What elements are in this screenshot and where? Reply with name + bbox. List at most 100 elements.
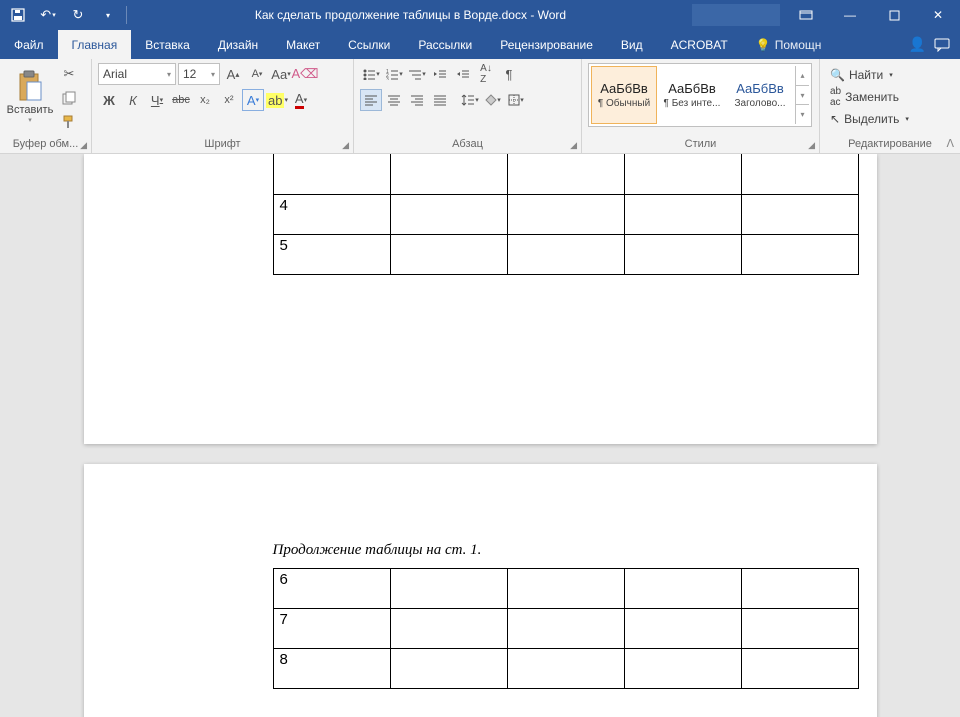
- table-row[interactable]: 8: [273, 649, 858, 689]
- table-row[interactable]: 7: [273, 609, 858, 649]
- tab-insert[interactable]: Вставка: [131, 30, 204, 59]
- paste-button[interactable]: Вставить ▾: [6, 63, 54, 131]
- style-expand[interactable]: ▾: [796, 105, 809, 124]
- maximize-button[interactable]: [872, 0, 916, 30]
- group-label-paragraph: Абзац: [452, 138, 483, 150]
- tab-home[interactable]: Главная: [58, 30, 132, 59]
- tell-me[interactable]: 💡Помощн: [742, 30, 836, 59]
- tab-mailings[interactable]: Рассылки: [404, 30, 486, 59]
- style-no-spacing[interactable]: АаБбВв¶ Без инте...: [659, 66, 725, 124]
- find-button[interactable]: 🔍Найти▾: [826, 65, 913, 85]
- style-scroll-down[interactable]: ▾: [796, 86, 809, 106]
- page-1: 4 5: [84, 154, 877, 444]
- style-normal[interactable]: АаБбВв¶ Обычный: [591, 66, 657, 124]
- style-scroll-up[interactable]: ▴: [796, 66, 809, 86]
- font-size-combo[interactable]: 12▾: [178, 63, 220, 85]
- cell[interactable]: 4: [273, 194, 390, 234]
- highlight-button[interactable]: ab▾: [266, 89, 288, 111]
- replace-label: Заменить: [845, 90, 899, 104]
- line-spacing-button[interactable]: ▾: [459, 89, 481, 111]
- justify-button[interactable]: [429, 89, 451, 111]
- qat-separator: [126, 6, 127, 24]
- redo-button[interactable]: ↻: [64, 1, 92, 29]
- document-area[interactable]: 4 5 Продолжение таблицы на ст. 1. 6 7 8: [0, 154, 960, 717]
- table-page2[interactable]: 6 7 8: [273, 568, 859, 689]
- tab-references[interactable]: Ссылки: [334, 30, 404, 59]
- cell[interactable]: 7: [273, 609, 390, 649]
- comments-button[interactable]: [934, 38, 950, 52]
- replace-icon: abac: [830, 86, 841, 108]
- window-buttons: — ✕: [784, 0, 960, 30]
- table-row[interactable]: 5: [273, 234, 858, 274]
- strike-button[interactable]: abc: [170, 89, 192, 111]
- ribbon-options-button[interactable]: [784, 0, 828, 30]
- account-area[interactable]: [692, 4, 780, 26]
- tell-me-label: Помощн: [775, 38, 822, 52]
- tab-layout[interactable]: Макет: [272, 30, 334, 59]
- shrink-font-button[interactable]: A▾: [246, 63, 268, 85]
- ribbon: Вставить ▾ ✂ Буфер обм...◢ Arial▾ 12▾ A▴…: [0, 59, 960, 154]
- cell[interactable]: 8: [273, 649, 390, 689]
- tab-acrobat[interactable]: ACROBAT: [657, 30, 742, 59]
- group-font: Arial▾ 12▾ A▴ A▾ Aa▾ A⌫ Ж К Ч▾ abc x₂ x²…: [92, 59, 354, 153]
- clear-format-button[interactable]: A⌫: [294, 63, 316, 85]
- align-center-button[interactable]: [383, 89, 405, 111]
- font-name-combo[interactable]: Arial▾: [98, 63, 176, 85]
- align-left-button[interactable]: [360, 89, 382, 111]
- table-row[interactable]: 4: [273, 194, 858, 234]
- ribbon-tabs: Файл Главная Вставка Дизайн Макет Ссылки…: [0, 30, 960, 59]
- select-button[interactable]: ↖Выделить▾: [826, 109, 913, 129]
- group-label-styles: Стили: [685, 138, 717, 150]
- text-effects-button[interactable]: A▾: [242, 89, 264, 111]
- table-row[interactable]: [273, 154, 858, 194]
- font-color-button[interactable]: A▾: [290, 89, 312, 111]
- save-button[interactable]: [4, 1, 32, 29]
- minimize-button[interactable]: —: [828, 0, 872, 30]
- cut-button[interactable]: ✂: [58, 63, 80, 85]
- font-launcher[interactable]: ◢: [342, 140, 349, 151]
- clipboard-launcher[interactable]: ◢: [80, 140, 87, 151]
- collapse-ribbon-button[interactable]: ᐱ: [946, 137, 954, 150]
- select-label: Выделить: [844, 112, 899, 126]
- numbering-button[interactable]: 123▾: [383, 63, 405, 85]
- decrease-indent-button[interactable]: [429, 63, 451, 85]
- underline-button[interactable]: Ч▾: [146, 89, 168, 111]
- grow-font-button[interactable]: A▴: [222, 63, 244, 85]
- tab-review[interactable]: Рецензирование: [486, 30, 607, 59]
- multilevel-button[interactable]: ▾: [406, 63, 428, 85]
- cell[interactable]: 5: [273, 234, 390, 274]
- subscript-button[interactable]: x₂: [194, 89, 216, 111]
- borders-button[interactable]: ▾: [505, 89, 527, 111]
- qat-customize[interactable]: ▾: [94, 1, 122, 29]
- shading-button[interactable]: ▾: [482, 89, 504, 111]
- style-heading1[interactable]: АаБбВвЗаголово...: [727, 66, 793, 124]
- styles-launcher[interactable]: ◢: [808, 140, 815, 151]
- style-gallery: АаБбВв¶ Обычный АаБбВв¶ Без инте... АаБб…: [588, 63, 812, 127]
- superscript-button[interactable]: x²: [218, 89, 240, 111]
- share-button[interactable]: 👤: [909, 36, 926, 53]
- replace-button[interactable]: abac Заменить: [826, 87, 913, 107]
- paragraph-launcher[interactable]: ◢: [570, 140, 577, 151]
- bold-button[interactable]: Ж: [98, 89, 120, 111]
- table-page1[interactable]: 4 5: [273, 154, 859, 275]
- sort-button[interactable]: A↓Z: [475, 63, 497, 85]
- cell[interactable]: 6: [273, 569, 390, 609]
- show-marks-button[interactable]: ¶: [498, 63, 520, 85]
- paste-label: Вставить: [7, 104, 54, 116]
- align-right-button[interactable]: [406, 89, 428, 111]
- increase-indent-button[interactable]: [452, 63, 474, 85]
- close-button[interactable]: ✕: [916, 0, 960, 30]
- bullets-button[interactable]: ▾: [360, 63, 382, 85]
- format-painter-button[interactable]: [58, 111, 80, 133]
- font-name-value: Arial: [103, 67, 127, 81]
- tab-file[interactable]: Файл: [0, 30, 58, 59]
- undo-button[interactable]: ↶▾: [34, 1, 62, 29]
- italic-button[interactable]: К: [122, 89, 144, 111]
- table-row[interactable]: 6: [273, 569, 858, 609]
- style-heading1-label: Заголово...: [735, 98, 786, 109]
- change-case-button[interactable]: Aa▾: [270, 63, 292, 85]
- tab-view[interactable]: Вид: [607, 30, 657, 59]
- copy-button[interactable]: [58, 87, 80, 109]
- table-caption[interactable]: Продолжение таблицы на ст. 1.: [273, 542, 482, 559]
- tab-design[interactable]: Дизайн: [204, 30, 272, 59]
